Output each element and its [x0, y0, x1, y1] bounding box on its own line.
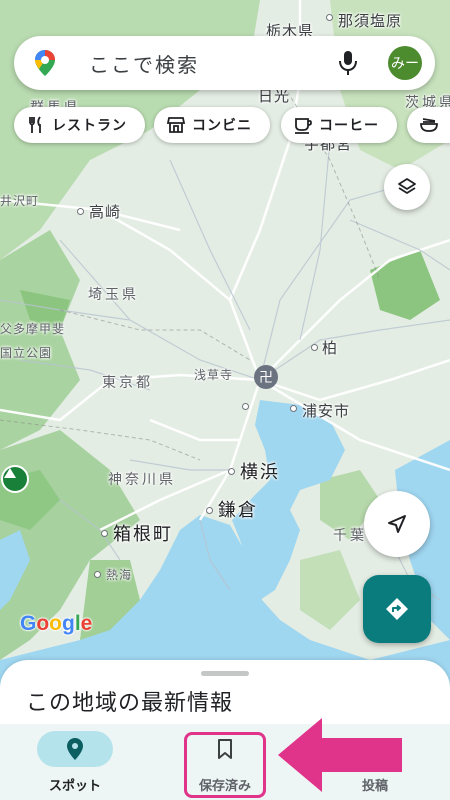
my-location-button[interactable]	[364, 491, 430, 557]
map-label-kashiwa[interactable]: 柏	[322, 337, 338, 358]
chip-label: レストラン	[52, 118, 127, 134]
map-dot-kashiwa	[311, 344, 318, 351]
layers-icon	[398, 178, 416, 194]
map-label-kamakura[interactable]: 鎌倉	[218, 496, 258, 522]
map-label-saitama[interactable]: 埼玉県	[88, 284, 139, 304]
directions-icon	[386, 598, 408, 620]
nav-item-spots[interactable]: スポット	[0, 724, 150, 800]
map-dot-tokyo-station	[242, 403, 249, 410]
pointer-arrow-icon	[278, 718, 402, 792]
chip-label: コーヒー	[319, 118, 379, 134]
google-logo-letter: o	[36, 612, 50, 635]
search-bar[interactable]: ここで検索 みー	[14, 36, 435, 90]
map-dot-hakone	[101, 530, 108, 537]
chip-restaurant[interactable]: レストラン	[14, 107, 145, 143]
search-input[interactable]: ここで検索	[89, 49, 199, 78]
coffee-icon	[295, 118, 312, 134]
location-pin-icon	[67, 738, 83, 760]
navigation-arrow-icon	[388, 515, 406, 533]
google-logo: Google	[20, 612, 92, 636]
map-label-chichibu[interactable]: 父多摩甲斐	[0, 320, 65, 337]
directions-button[interactable]	[363, 575, 431, 643]
google-logo-letter: o	[49, 612, 62, 635]
layers-button[interactable]	[384, 164, 430, 210]
sheet-title: この地域の最新情報	[26, 691, 234, 716]
nav-label: スポット	[48, 779, 101, 794]
google-logo-letter: g	[62, 612, 75, 635]
avatar[interactable]: みー	[388, 46, 422, 80]
chip-ramen[interactable]	[407, 107, 450, 143]
store-icon	[166, 117, 186, 133]
google-logo-letter: G	[20, 612, 37, 635]
map-label-kanagawa[interactable]: 神奈川県	[108, 469, 176, 489]
map-label-chiba[interactable]: 千葉	[333, 525, 367, 545]
chip-convenience-store[interactable]: コンビニ	[154, 107, 270, 143]
map-label-nasushiobara[interactable]: 那須塩原	[338, 10, 402, 31]
map-label-hakone[interactable]: 箱根町	[113, 520, 173, 546]
drag-handle[interactable]	[201, 671, 249, 676]
restaurant-icon	[29, 116, 41, 133]
map-label-urayasu[interactable]: 浦安市	[302, 400, 350, 421]
map-label-tokyo[interactable]: 東京都	[102, 372, 153, 392]
temple-icon[interactable]: 卍	[254, 365, 278, 389]
map-dot-nasushiobara	[326, 14, 333, 21]
map-label-asakusa[interactable]: 浅草寺	[194, 366, 233, 383]
ramen-icon	[420, 118, 438, 132]
map-dot-atami	[94, 571, 101, 578]
google-logo-letter: e	[80, 612, 93, 635]
map-label-yokohama[interactable]: 横浜	[240, 458, 280, 484]
microphone-icon[interactable]	[336, 49, 360, 77]
map-label-national-park[interactable]: 国立公園	[0, 344, 52, 361]
nav-active-indicator	[37, 731, 113, 767]
map-label-atami[interactable]: 熱海	[106, 566, 132, 583]
highlight-box	[184, 732, 266, 798]
map-dot-yokohama	[228, 468, 235, 475]
map-dot-urayasu	[290, 405, 297, 412]
chip-coffee[interactable]: コーヒー	[281, 107, 397, 143]
chip-label: コンビニ	[192, 118, 252, 134]
map-label-karuizawa[interactable]: 井沢町	[0, 192, 39, 209]
map-dot-takasaki	[77, 208, 84, 215]
park-icon[interactable]	[1, 465, 29, 493]
map-dot-kamakura	[206, 507, 213, 514]
map-label-takasaki[interactable]: 高崎	[89, 201, 121, 222]
maps-pin-icon	[35, 50, 55, 76]
